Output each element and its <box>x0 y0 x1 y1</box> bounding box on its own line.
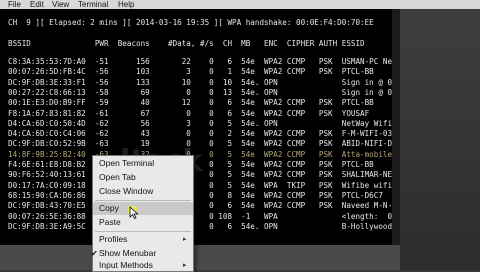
menu-item-show-menubar[interactable]: ✔ Show Menubar <box>91 247 193 260</box>
table-row: DC:9F:DB:3E:A9:5C -64 19 0 0 6 54e. OPN … <box>8 221 400 231</box>
menu-file[interactable]: File <box>8 0 21 9</box>
table-row: D4:CA:6D:C0:50:4D -62 56 3 0 5 54e. OPN … <box>8 118 400 128</box>
terminal-output[interactable]: CH 9 ][ Elapsed: 2 mins ][ 2014-03-16 19… <box>0 9 400 245</box>
context-menu: Open Terminal Open Tab Close Window Copy… <box>91 155 194 272</box>
table-row: DC:9F:DB:43:70:E5 -64 19 0 0 6 54e WPA2 … <box>8 201 400 211</box>
table-row: C8:3A:35:53:7D:A0 -51 156 22 0 6 54e WPA… <box>8 57 400 66</box>
table-row: 00:27:22:C8:66:13 -58 69 0 0 13 54e. OPN… <box>8 87 400 97</box>
menu-item-close-window[interactable]: Close Window <box>93 185 193 198</box>
menu-item-profiles[interactable]: Profiles ▸ <box>93 233 193 246</box>
submenu-arrow-icon: ▸ <box>183 236 187 243</box>
menu-separator <box>95 231 191 232</box>
table-row: 68:15:90:CA:D6:86 -64 21 0 0 8 54e WPA2 … <box>8 190 383 200</box>
table-row: D4:CA:6D:C0:C4:06 -62 43 0 0 2 54e WPA2 … <box>8 129 400 139</box>
desktop-background <box>400 9 480 270</box>
menu-item-open-tab[interactable]: Open Tab <box>93 171 193 184</box>
menu-item-open-terminal[interactable]: Open Terminal <box>93 157 193 170</box>
checkmark-icon: ✔ <box>91 249 98 258</box>
menu-item-copy[interactable]: Copy <box>93 202 193 215</box>
bottom-panel <box>0 245 400 270</box>
menu-item-paste[interactable]: Paste <box>93 216 193 229</box>
table-header: BSSID PWR Beacons #Data, #/s CH MB ENC C… <box>8 39 365 48</box>
menubar: File Edit View Terminal Help <box>0 0 480 9</box>
menu-help[interactable]: Help <box>118 0 134 9</box>
terminal-scrollbar[interactable] <box>392 9 400 245</box>
menu-terminal[interactable]: Terminal <box>78 0 108 9</box>
mouse-pointer-icon <box>128 206 139 220</box>
table-row: 00:07:26:5D:FB:4C -56 103 3 0 1 54e WPA2… <box>8 67 374 77</box>
menu-edit[interactable]: Edit <box>30 0 44 9</box>
menu-view[interactable]: View <box>52 0 69 9</box>
table-row: DC:9F:DB:C0:52:9B -63 19 0 0 5 54e WPA2 … <box>8 139 400 149</box>
table-row: 90:F6:52:40:13:61 -64 29 0 0 5 54e WPA2 … <box>8 170 400 180</box>
table-row: 00:1E:E3:D0:B9:FF -59 40 12 0 6 54e WPA2… <box>8 98 374 108</box>
table-row: D0:17:7A:C0:09:18 -64 40 0 0 5 54e WPA T… <box>8 180 393 190</box>
table-row: F8:1A:67:83:81:82 -61 67 0 0 6 54e WPA2 … <box>8 108 370 118</box>
table-row: 00:07:26:5E:36:88 -64 72 3 0 108 -1 WPA … <box>8 211 397 221</box>
menu-item-input-methods[interactable]: Input Methods ▸ <box>93 260 193 271</box>
submenu-arrow-icon: ▸ <box>183 262 187 269</box>
menu-separator <box>95 200 191 201</box>
status-line: CH 9 ][ Elapsed: 2 mins ][ 2014-03-16 19… <box>8 18 374 27</box>
table-row: DC:9F:DB:3E:33:F1 -56 133 10 0 10 54e. O… <box>8 77 400 87</box>
